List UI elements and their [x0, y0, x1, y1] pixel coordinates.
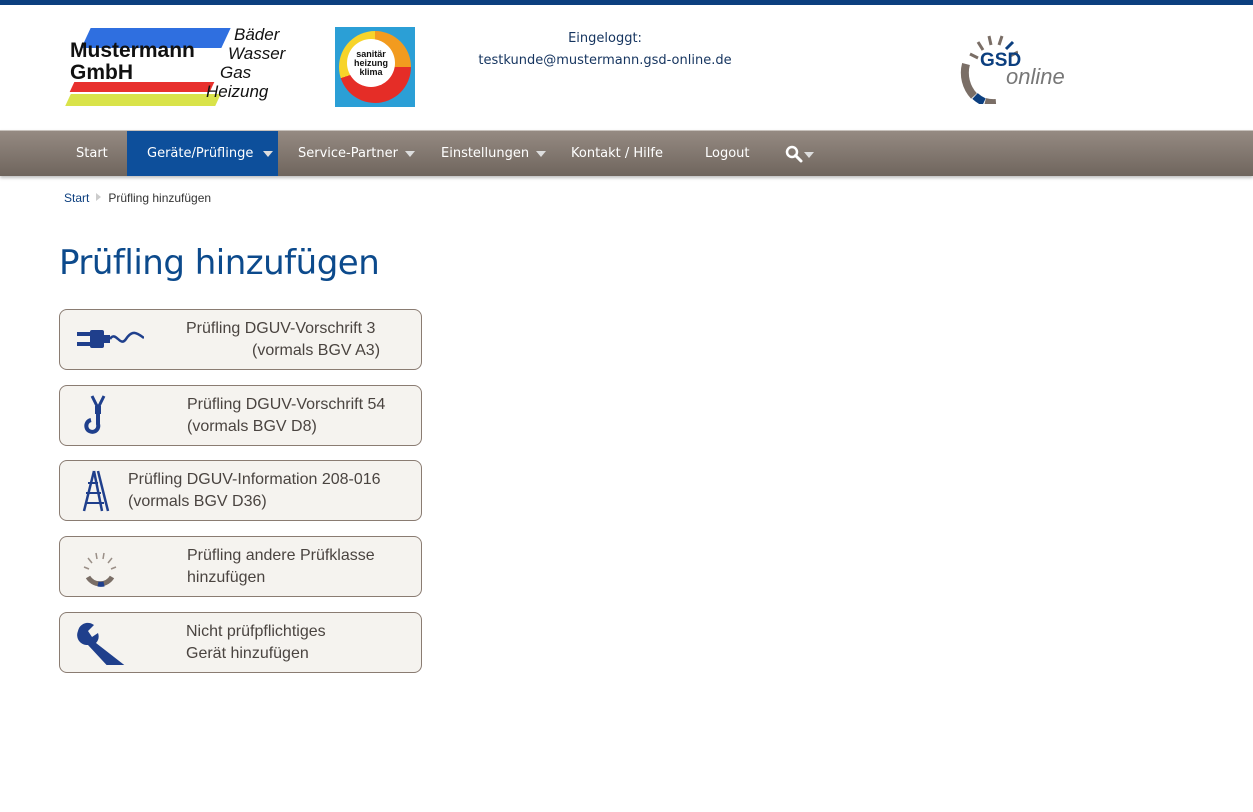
add-non-inspection-device-button[interactable]: Nicht prüfpflichtiges Gerät hinzufügen [59, 612, 422, 673]
nav-item-geraete-prueflinge[interactable]: Geräte/Prüflinge [127, 131, 278, 176]
nav-search-dropdown[interactable] [769, 131, 819, 176]
wrench-icon [77, 622, 125, 665]
breadcrumb-home-link[interactable]: Start [64, 191, 89, 205]
page-title: Prüfling hinzufügen [59, 243, 380, 283]
nav-item-service-partner[interactable]: Service-Partner [278, 131, 421, 176]
breadcrumb-separator-icon [96, 193, 102, 201]
add-dguv-v3-button[interactable]: Prüfling DGUV-Vorschrift 3 (vormals BGV … [59, 309, 422, 370]
main-navigation: Start Geräte/Prüflinge Service-Partner E… [0, 130, 1253, 176]
chevron-down-icon [804, 152, 814, 158]
company-trades: Bäder Wasser Gas Heizung [206, 25, 286, 101]
breadcrumb-current: Prüfling hinzufügen [108, 191, 212, 205]
nav-item-start[interactable]: Start [56, 131, 127, 176]
add-other-test-class-button[interactable]: Prüfling andere Prüfklasse hinzufügen [59, 536, 422, 597]
breadcrumb: Start Prüfling hinzufügen [64, 191, 211, 205]
chevron-down-icon [405, 151, 415, 157]
nav-item-kontakt-hilfe[interactable]: Kontakt / Hilfe [551, 131, 685, 176]
company-name: Mustermann GmbH [70, 39, 195, 84]
magnifier-icon [785, 145, 803, 163]
nav-item-einstellungen[interactable]: Einstellungen [421, 131, 551, 176]
add-dguv-v54-button[interactable]: Prüfling DGUV-Vorschrift 54 (vormals BGV… [59, 385, 422, 446]
chevron-down-icon [263, 151, 273, 157]
login-email: testkunde@mustermann.gsd-online.de [478, 53, 732, 68]
gsd-online-logo[interactable]: GSD online [958, 24, 1073, 104]
online-logo-text: online [1006, 64, 1065, 89]
top-accent-bar [0, 0, 1253, 5]
add-dguv-i-208-016-button[interactable]: Prüfling DGUV-Information 208-016 (vorma… [59, 460, 422, 521]
company-logo[interactable]: Mustermann GmbH Bäder Wasser Gas Heizung [65, 25, 296, 110]
crane-hook-icon [84, 395, 106, 434]
nav-item-logout[interactable]: Logout [685, 131, 769, 176]
gsd-gauge-icon [83, 552, 117, 587]
login-info: Eingeloggt: testkunde@mustermann.gsd-onl… [470, 28, 740, 72]
login-label: Eingeloggt: [568, 31, 642, 46]
shk-logo: sanitär heizung klima [335, 27, 415, 107]
chevron-down-icon [536, 151, 546, 157]
plug-icon [77, 330, 144, 348]
